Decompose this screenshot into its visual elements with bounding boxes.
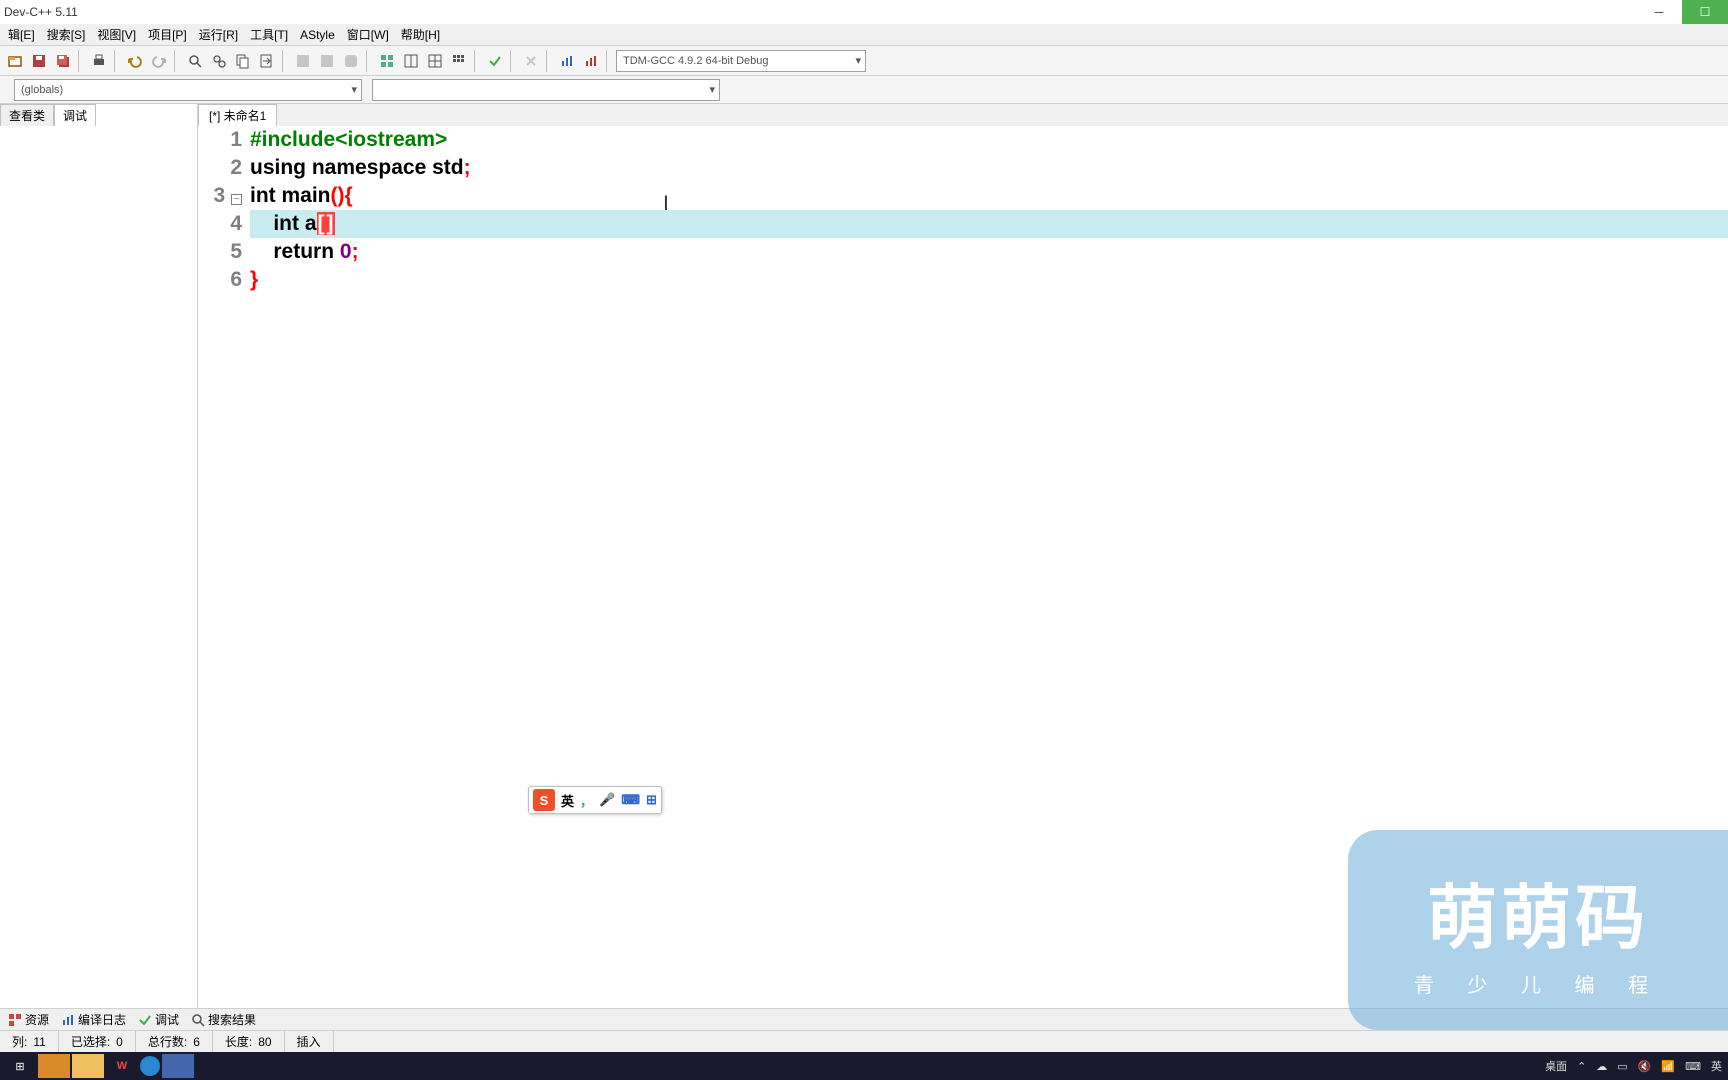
open-icon[interactable] [4,50,26,72]
watermark-main: 萌萌码 [1427,862,1649,963]
chevron-down-icon: ▾ [855,54,861,67]
minimize-button[interactable]: ─ [1636,0,1682,24]
sogou-logo-icon: S [533,789,555,811]
btab-find-results[interactable]: 搜索结果 [187,1011,260,1028]
file-tabs: [*] 未命名1 [198,104,1728,126]
tray-wifi-icon[interactable]: 📶 [1661,1060,1675,1073]
btab-resources[interactable]: 资源 [4,1011,53,1028]
compiler-select[interactable]: TDM-GCC 4.9.2 64-bit Debug▾ [616,50,866,72]
taskbar: ⊞ W 桌面 ⌃ ☁ ▭ 🔇 📶 ⌨ 英 [0,1052,1728,1080]
ime-lang[interactable]: 英 [561,791,574,810]
mic-icon[interactable]: 🎤 [599,792,615,808]
btab-debug[interactable]: 调试 [134,1011,183,1028]
tab-classes[interactable]: 查看类 [0,104,54,126]
wps-icon[interactable]: W [106,1054,138,1078]
menu-view[interactable]: 视图[V] [91,26,142,43]
toolbar-scope: (globals)▾ ▾ [0,76,1728,104]
chevron-down-icon: ▾ [351,83,357,96]
scope-select[interactable]: (globals)▾ [14,79,362,101]
tab-debug[interactable]: 调试 [54,104,96,126]
tray-desktop[interactable]: 桌面 [1545,1058,1567,1074]
save-all-icon[interactable] [52,50,74,72]
menu-run[interactable]: 运行[R] [193,26,244,43]
tray-keyboard-icon[interactable]: ⌨ [1685,1060,1701,1073]
find-in-files-icon[interactable] [232,50,254,72]
left-panel: 查看类 调试 [0,104,198,1008]
grid-icon[interactable]: ⊞ [646,792,657,808]
status-total-lines: 总行数:6 [136,1031,213,1052]
menu-project[interactable]: 项目[P] [142,26,193,43]
status-length: 长度:80 [213,1031,285,1052]
save-icon[interactable] [28,50,50,72]
menubar: 辑[E] 搜索[S] 视图[V] 项目[P] 运行[R] 工具[T] AStyl… [0,24,1728,46]
menu-search[interactable]: 搜索[S] [41,26,92,43]
devcpp-icon[interactable] [162,1054,194,1078]
titlebar: Dev-C++ 5.11 ─ ☐ [0,0,1728,24]
debug-stop-icon[interactable] [520,50,542,72]
replace-icon[interactable] [208,50,230,72]
task-app1-icon[interactable] [38,1054,70,1078]
status-mode: 插入 [285,1031,334,1052]
debug-ok-icon[interactable] [484,50,506,72]
watermark: 萌萌码 青 少 儿 编 程 [1348,830,1728,1030]
menu-edit[interactable]: 辑[E] [2,26,41,43]
browser-icon[interactable] [140,1056,160,1076]
run-icon[interactable] [316,50,338,72]
layout1-icon[interactable] [400,50,422,72]
menu-astyle[interactable]: AStyle [294,28,341,42]
redo-icon[interactable] [148,50,170,72]
text-cursor-icon: I [663,192,669,216]
rebuild-icon[interactable] [376,50,398,72]
btab-compile-log[interactable]: 编译日志 [57,1011,130,1028]
menu-help[interactable]: 帮助[H] [395,26,446,43]
title-text: Dev-C++ 5.11 [4,5,78,19]
print-icon[interactable] [88,50,110,72]
undo-icon[interactable] [124,50,146,72]
tray-volume-icon[interactable]: 🔇 [1638,1060,1652,1073]
statusbar: 列:11 已选择:0 总行数:6 长度:80 插入 [0,1030,1728,1052]
window-controls: ─ ☐ [1636,0,1728,24]
profile-icon[interactable] [556,50,578,72]
menu-window[interactable]: 窗口[W] [341,26,395,43]
watermark-sub: 青 少 儿 编 程 [1414,969,1662,998]
status-selected: 已选择:0 [59,1031,136,1052]
layout3-icon[interactable] [448,50,470,72]
tray-up-icon[interactable]: ⌃ [1577,1060,1586,1073]
profile-del-icon[interactable] [580,50,602,72]
layout2-icon[interactable] [424,50,446,72]
ime-toolbar[interactable]: S 英 ， 🎤 ⌨ ⊞ [528,786,662,814]
tray-ime[interactable]: 英 [1711,1058,1722,1074]
maximize-button[interactable]: ☐ [1682,0,1728,24]
find-icon[interactable] [184,50,206,72]
goto-icon[interactable] [256,50,278,72]
chevron-down-icon: ▾ [709,83,715,96]
status-col: 列:11 [0,1031,59,1052]
file-tab-1[interactable]: [*] 未命名1 [198,104,277,126]
menu-tools[interactable]: 工具[T] [244,26,294,43]
compile-icon[interactable] [292,50,314,72]
keyboard-icon[interactable]: ⌨ [621,792,640,808]
member-select[interactable]: ▾ [372,79,720,101]
left-tabs: 查看类 调试 [0,104,197,126]
system-tray: 桌面 ⌃ ☁ ▭ 🔇 📶 ⌨ 英 [1545,1058,1722,1074]
file-explorer-icon[interactable] [72,1054,104,1078]
tray-cloud-icon[interactable]: ☁ [1596,1060,1607,1073]
line-gutter: 123 −456 [198,126,250,1008]
toolbar-main: TDM-GCC 4.9.2 64-bit Debug▾ [0,46,1728,76]
compile-run-icon[interactable] [340,50,362,72]
tray-battery-icon[interactable]: ▭ [1617,1060,1627,1073]
task-view-icon[interactable]: ⊞ [4,1054,36,1078]
ime-punct[interactable]: ， [580,791,593,810]
